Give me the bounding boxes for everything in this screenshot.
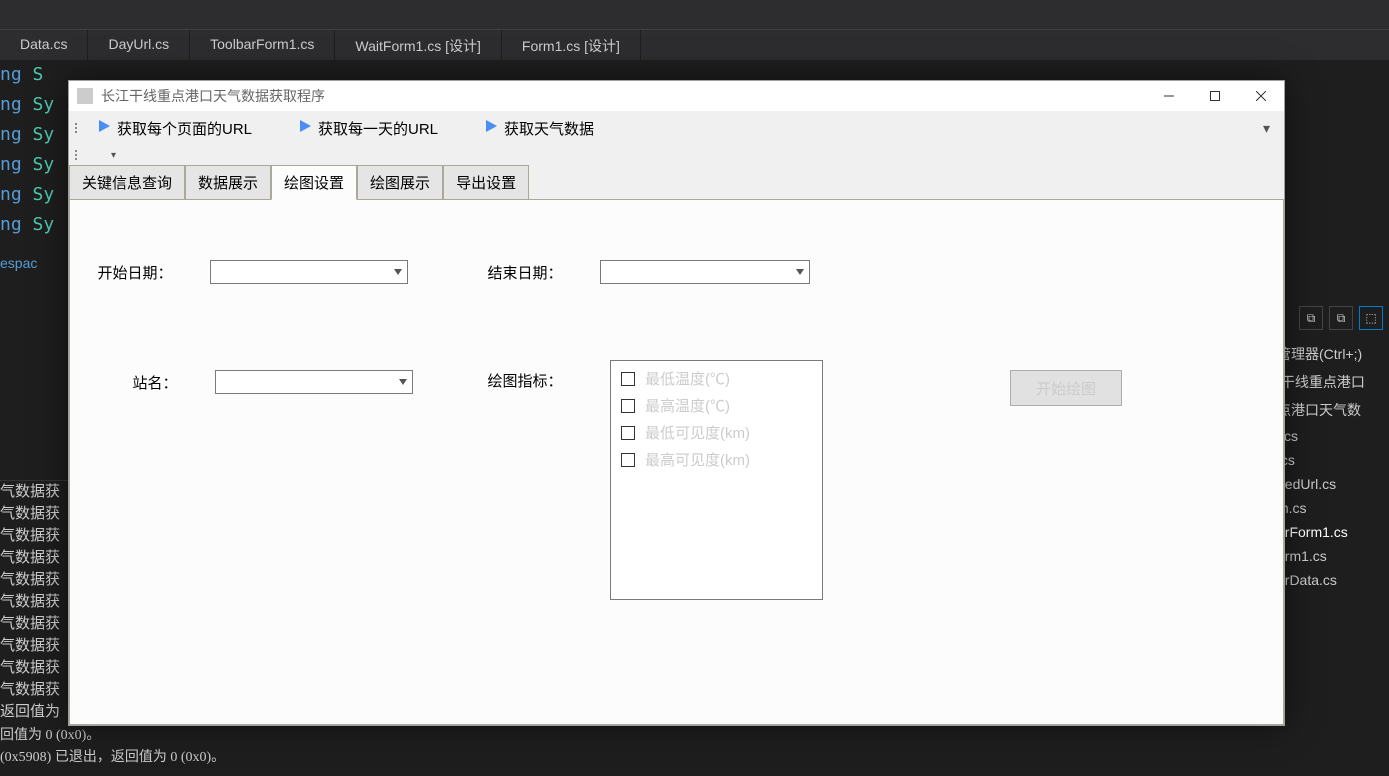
winform-dialog: 长江干线重点港口天气数据获取程序 获取每个页面的URL 获取每一天的URL 获取… xyxy=(68,80,1285,726)
maximize-button[interactable] xyxy=(1192,81,1238,111)
toolbar-grip-icon[interactable] xyxy=(75,116,81,140)
solution-explorer-partial: 管理器(Ctrl+;) [干线重点港口 点港口天气数 l.cs .cs nedU… xyxy=(1269,340,1389,592)
metric-item[interactable]: 最高可见度(km) xyxy=(615,446,818,473)
tab-export[interactable]: 导出设置 xyxy=(443,165,529,200)
ide-tab[interactable]: Data.cs xyxy=(0,30,88,60)
view-icon[interactable]: ⬚ xyxy=(1359,306,1383,330)
app-icon xyxy=(77,88,93,104)
ide-code: ng S ng Sy ng Sy ng Sy ng Sy ng Sy espac xyxy=(0,60,54,271)
tab-plot-settings[interactable]: 绘图设置 xyxy=(271,165,357,200)
view-icon[interactable]: ⧉ xyxy=(1299,306,1323,330)
end-date-field[interactable] xyxy=(600,260,810,284)
metric-label: 绘图指标： xyxy=(480,370,570,391)
metric-checklist[interactable]: 最低温度(℃) 最高温度(℃) 最低可见度(km) 最高可见度(km) xyxy=(610,360,823,600)
metric-item[interactable]: 最高温度(℃) xyxy=(615,392,818,419)
ide-menubar xyxy=(0,0,1389,30)
output-bottom: 回值为 0 (0x0)。 (0x5908) 已退出，返回值为 0 (0x0)。 xyxy=(0,725,225,769)
titlebar[interactable]: 长江干线重点港口天气数据获取程序 xyxy=(69,81,1284,111)
start-date-field[interactable] xyxy=(210,260,408,284)
close-button[interactable] xyxy=(1238,81,1284,111)
checkbox-icon[interactable] xyxy=(621,426,635,440)
start-plot-button[interactable]: 开始绘图 xyxy=(1010,370,1122,406)
play-icon xyxy=(97,119,111,137)
toolbar-overflow-icon[interactable]: ▾ xyxy=(1255,116,1278,141)
ide-tab[interactable]: Form1.cs [设计] xyxy=(502,30,641,60)
tab-key-info[interactable]: 关键信息查询 xyxy=(69,165,185,200)
tab-plot-view[interactable]: 绘图展示 xyxy=(357,165,443,200)
metric-item[interactable]: 最低温度(℃) xyxy=(615,365,818,392)
play-icon xyxy=(484,119,498,137)
checkbox-icon[interactable] xyxy=(621,453,635,467)
solution-view-icons: ⧉ ⧉ ⬚ xyxy=(1293,300,1389,336)
toolbar-row2: ▾ xyxy=(69,145,1284,165)
tab-data-view[interactable]: 数据展示 xyxy=(185,165,271,200)
start-date-label: 开始日期： xyxy=(90,262,180,283)
play-icon xyxy=(298,119,312,137)
ide-file-tabs: Data.cs DayUrl.cs ToolbarForm1.cs WaitFo… xyxy=(0,30,1389,60)
ide-tab[interactable]: DayUrl.cs xyxy=(88,30,190,60)
tab-panel-plot-settings: 开始日期： 结束日期： 站名： 绘图指标： 最低温度(℃) 最高温度(℃) xyxy=(69,199,1284,725)
minimize-button[interactable] xyxy=(1146,81,1192,111)
checkbox-icon[interactable] xyxy=(621,372,635,386)
station-label: 站名： xyxy=(125,372,185,393)
station-field[interactable] xyxy=(215,370,413,394)
chevron-down-icon xyxy=(389,261,407,283)
fetch-page-urls-button[interactable]: 获取每个页面的URL xyxy=(87,114,262,143)
chevron-down-icon xyxy=(791,261,809,283)
view-icon[interactable]: ⧉ xyxy=(1329,306,1353,330)
fetch-day-urls-button[interactable]: 获取每一天的URL xyxy=(288,114,448,143)
window-title: 长江干线重点港口天气数据获取程序 xyxy=(101,86,1146,106)
tab-strip: 关键信息查询 数据展示 绘图设置 绘图展示 导出设置 xyxy=(69,165,1284,200)
toolbar-dropdown-icon[interactable]: ▾ xyxy=(81,148,146,163)
chevron-down-icon xyxy=(394,371,412,393)
toolbar: 获取每个页面的URL 获取每一天的URL 获取天气数据 ▾ xyxy=(69,111,1284,145)
metric-item[interactable]: 最低可见度(km) xyxy=(615,419,818,446)
fetch-weather-button[interactable]: 获取天气数据 xyxy=(474,114,604,143)
end-date-label: 结束日期： xyxy=(480,262,570,283)
ide-tab[interactable]: ToolbarForm1.cs xyxy=(190,30,335,60)
ide-tab[interactable]: WaitForm1.cs [设计] xyxy=(335,30,502,60)
checkbox-icon[interactable] xyxy=(621,399,635,413)
